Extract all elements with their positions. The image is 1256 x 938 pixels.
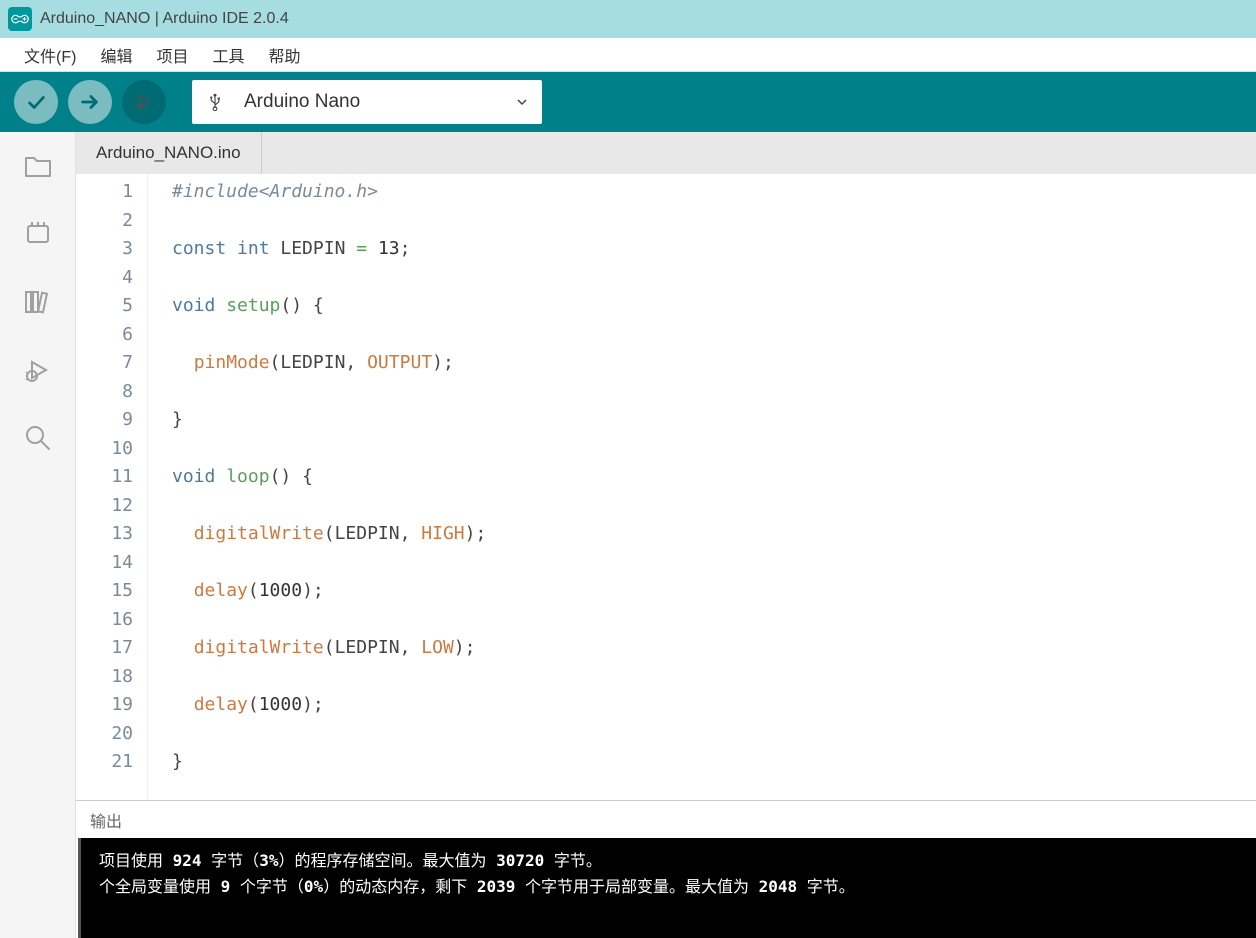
output-console: 项目使用 924 字节（3%）的程序存储空间。最大值为 30720 字节。 个全… [78,838,1256,938]
line-gutter: 123456789101112131415161718192021 [76,174,148,800]
output-label: 输出 [90,808,122,832]
board-icon [22,218,54,250]
menu-sketch[interactable]: 项目 [146,39,198,71]
code-editor[interactable]: 123456789101112131415161718192021 #inclu… [76,174,1256,800]
menu-help[interactable]: 帮助 [258,39,310,71]
output-line-2: 个全局变量使用 9 个字节（0%）的动态内存，剩下 2039 个字节用于局部变量… [99,874,1238,900]
toolbar: Arduino Nano [0,72,1256,132]
sidebar-boards-manager[interactable] [18,214,58,254]
tab-active[interactable]: Arduino_NANO.ino [76,132,262,174]
menu-bar: 文件(F) 编辑 项目 工具 帮助 [0,38,1256,72]
sidebar-debug[interactable] [18,350,58,390]
menu-tools[interactable]: 工具 [202,39,254,71]
chevron-down-icon [516,96,528,108]
window-title: Arduino_NANO | Arduino IDE 2.0.4 [40,10,289,28]
tab-bar: Arduino_NANO.ino [76,132,1256,174]
menu-file[interactable]: 文件(F) [14,39,86,71]
main-area: Arduino_NANO.ino 12345678910111213141516… [0,132,1256,938]
usb-icon [206,93,224,111]
sidebar-sketchbook[interactable] [18,146,58,186]
code-content[interactable]: #include<Arduino.h> const int LEDPIN = 1… [148,174,1256,800]
library-icon [22,286,54,318]
arduino-logo-icon [8,7,32,31]
board-name: Arduino Nano [244,91,516,113]
editor-area: Arduino_NANO.ino 12345678910111213141516… [76,132,1256,938]
debug-icon [22,354,54,386]
sidebar-library-manager[interactable] [18,282,58,322]
menu-edit[interactable]: 编辑 [90,39,142,71]
debug-button[interactable] [122,80,166,124]
sidebar [0,132,76,938]
search-icon [22,422,54,454]
board-selector[interactable]: Arduino Nano [192,80,542,124]
verify-button[interactable] [14,80,58,124]
title-bar: Arduino_NANO | Arduino IDE 2.0.4 [0,0,1256,38]
folder-icon [22,150,54,182]
output-line-1: 项目使用 924 字节（3%）的程序存储空间。最大值为 30720 字节。 [99,848,1238,874]
upload-button[interactable] [68,80,112,124]
sidebar-search[interactable] [18,418,58,458]
output-panel-header[interactable]: 输出 [76,800,1256,838]
